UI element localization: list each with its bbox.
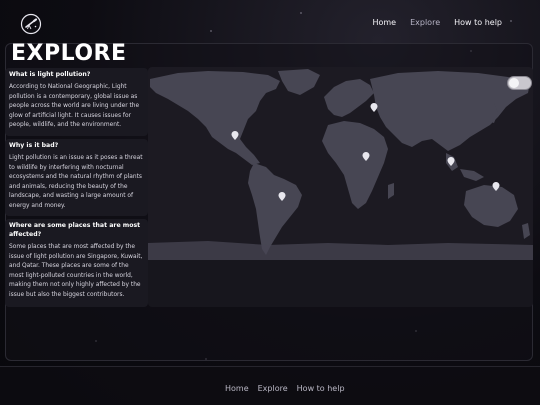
info-card-what: What is light pollution? According to Na… bbox=[5, 68, 148, 136]
page-title: EXPLORE bbox=[11, 41, 127, 66]
footer-home-link[interactable]: Home bbox=[225, 384, 249, 393]
telescope-badge-icon[interactable] bbox=[20, 13, 42, 35]
map-toggle-switch[interactable] bbox=[507, 76, 532, 90]
world-map[interactable] bbox=[148, 67, 533, 307]
top-navigation-bar: Home Explore How to help bbox=[0, 0, 540, 44]
world-map-svg bbox=[148, 67, 533, 260]
footer-explore-link[interactable]: Explore bbox=[258, 384, 288, 393]
card-heading: Where are some places that are most affe… bbox=[9, 222, 141, 238]
footer-nav: Home Explore How to help bbox=[225, 384, 345, 393]
nav-how-to-help-link[interactable]: How to help bbox=[454, 18, 502, 27]
info-card-where: Where are some places that are most affe… bbox=[5, 219, 148, 307]
card-body: Light pollution is an issue as it poses … bbox=[9, 154, 143, 209]
nav-explore-link[interactable]: Explore bbox=[410, 18, 440, 27]
card-body: Some places that are most affected by th… bbox=[9, 243, 143, 298]
nav-home-link[interactable]: Home bbox=[372, 18, 396, 27]
info-card-why: Why is it bad? Light pollution is an iss… bbox=[5, 139, 148, 216]
card-heading: Why is it bad? bbox=[9, 142, 59, 149]
card-body: According to National Geographic, Light … bbox=[9, 83, 140, 129]
footer: Home Explore How to help bbox=[0, 366, 540, 405]
card-heading: What is light pollution? bbox=[9, 71, 91, 78]
footer-how-to-help-link[interactable]: How to help bbox=[297, 384, 345, 393]
toggle-knob bbox=[509, 78, 519, 88]
header-nav: Home Explore How to help bbox=[372, 18, 502, 27]
